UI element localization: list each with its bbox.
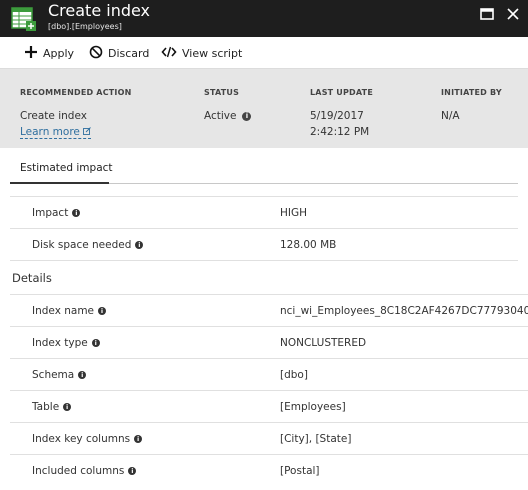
info-icon[interactable]: i — [91, 339, 100, 347]
disk-space-value: 128.00 MB — [280, 239, 337, 251]
info-icon[interactable]: i — [72, 209, 81, 217]
initiated-by-header: INITIATED BY — [441, 88, 502, 97]
index-type-row: Index type i NONCLUSTERED — [10, 327, 528, 359]
initiated-by-value: N/A — [441, 110, 460, 122]
discard-button[interactable]: Discard — [89, 44, 149, 62]
recommended-action-value: Create index — [20, 110, 87, 122]
details-panel: Index name i nci_wi_Employees_8C18C2AF426… — [10, 294, 528, 486]
row-label: Impact i — [32, 207, 81, 219]
included-columns-row: Included columns i [Postal] — [10, 455, 528, 486]
recommendation-summary: RECOMMENDED ACTION STATUS LAST UPDATE IN… — [0, 69, 528, 148]
view-script-button[interactable]: View script — [161, 44, 242, 62]
command-bar: Apply Discard View script — [0, 37, 528, 69]
info-icon[interactable]: i — [98, 307, 107, 315]
info-icon[interactable]: i — [135, 241, 144, 249]
status-value: Active i — [204, 110, 252, 122]
apply-label: Apply — [43, 46, 75, 60]
info-icon[interactable]: i — [134, 435, 143, 443]
impact-value: HIGH — [280, 207, 308, 219]
learn-more-link[interactable]: Learn more — [20, 126, 92, 139]
plus-icon — [24, 45, 38, 62]
schema-value: [dbo] — [280, 369, 308, 381]
index-name-value: nci_wi_Employees_8C18C2AF4267DC777930407… — [280, 305, 528, 317]
maximize-icon[interactable] — [478, 5, 496, 23]
index-key-columns-row: Index key columns i [City], [State] — [10, 423, 528, 455]
discard-label: Discard — [108, 46, 150, 60]
table-index-icon — [11, 6, 37, 32]
external-link-icon — [83, 126, 92, 138]
last-update-header: LAST UPDATE — [310, 88, 373, 97]
index-type-value: NONCLUSTERED — [280, 337, 367, 349]
row-label: Index type i — [32, 337, 100, 349]
title-bar: Create index [dbo].[Employees] — [0, 0, 528, 37]
apply-button[interactable]: Apply — [24, 44, 74, 62]
code-icon — [161, 45, 177, 62]
row-label: Table i — [32, 401, 72, 413]
last-update-date: 5/19/2017 — [310, 110, 364, 122]
tab-estimated-impact[interactable]: Estimated impact — [10, 153, 113, 184]
disk-space-row: Disk space needed i 128.00 MB — [10, 229, 518, 261]
status-header: STATUS — [204, 88, 240, 97]
schema-row: Schema i [dbo] — [10, 359, 528, 391]
table-row: Table i [Employees] — [10, 391, 528, 423]
details-heading: Details — [12, 271, 52, 285]
view-script-label: View script — [182, 46, 243, 60]
info-icon[interactable]: i — [63, 403, 72, 411]
last-update-time: 2:42:12 PM — [310, 126, 370, 138]
recommended-action-header: RECOMMENDED ACTION — [20, 88, 132, 97]
status-text: Active — [204, 110, 237, 122]
page-title: Create index — [48, 1, 151, 20]
index-name-row: Index name i nci_wi_Employees_8C18C2AF426… — [10, 295, 528, 327]
learn-more-label: Learn more — [20, 126, 80, 138]
row-label: Index key columns i — [32, 433, 143, 445]
info-icon[interactable]: i — [242, 112, 252, 121]
close-icon[interactable] — [504, 5, 522, 23]
estimated-impact-panel: Impact i HIGH Disk space needed i 128.00 M… — [10, 196, 518, 261]
row-label: Index name i — [32, 305, 107, 317]
index-key-columns-value: [City], [State] — [280, 433, 352, 445]
impact-row: Impact i HIGH — [10, 197, 518, 229]
page-subtitle: [dbo].[Employees] — [48, 22, 122, 31]
tab-strip: Estimated impact — [10, 153, 518, 184]
info-icon[interactable]: i — [78, 371, 87, 379]
info-icon[interactable]: i — [128, 467, 137, 475]
row-label: Schema i — [32, 369, 87, 381]
table-value: [Employees] — [280, 401, 346, 413]
row-label: Disk space needed i — [32, 239, 144, 251]
discard-icon — [89, 45, 103, 62]
included-columns-value: [Postal] — [280, 465, 320, 477]
row-label: Included columns i — [32, 465, 137, 477]
